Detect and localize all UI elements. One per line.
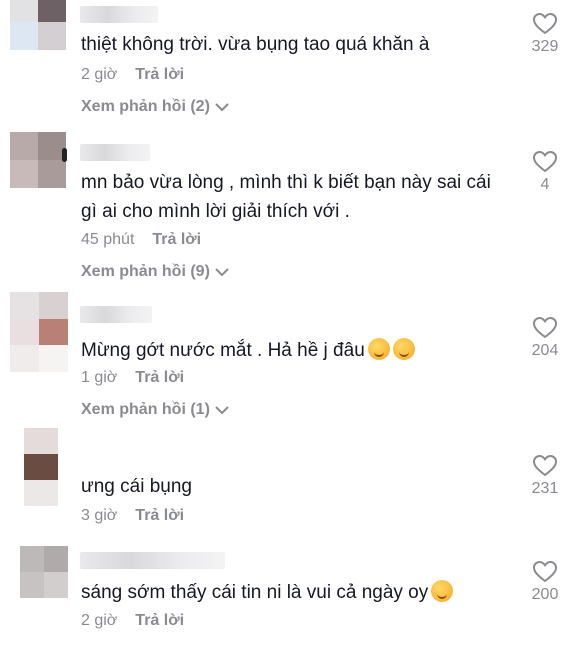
comment-time: 2 giờ	[81, 612, 118, 629]
comment-text-body: sáng sớm thấy cái tin ni là vui cả ngày …	[81, 582, 429, 603]
heart-outline-icon	[532, 316, 558, 339]
view-replies-button[interactable]: Xem phản hồi (1)	[81, 401, 230, 419]
comment-meta: 2 giờ Trả lời	[81, 66, 184, 84]
view-replies-label: Xem phản hồi (9)	[81, 263, 210, 280]
chevron-down-icon	[215, 268, 229, 277]
like-button[interactable]: 200	[522, 560, 568, 604]
chevron-down-icon	[215, 406, 229, 415]
username-blurred[interactable]	[80, 144, 150, 161]
view-replies-button[interactable]: Xem phản hồi (2)	[81, 98, 230, 116]
like-button[interactable]: 204	[522, 316, 568, 360]
like-count: 204	[531, 342, 559, 359]
comment-time: 2 giờ	[81, 66, 118, 83]
like-button[interactable]: 4	[522, 150, 568, 194]
heart-outline-icon	[532, 560, 558, 583]
comment-meta: 1 giờ Trả lời	[81, 369, 184, 387]
like-count: 4	[540, 176, 550, 193]
comment-text: mn bảo vừa lòng , mình thì k biết bạn nà…	[81, 172, 491, 222]
comment-meta: 2 giờ Trả lời	[81, 612, 184, 630]
reply-button[interactable]: Trả lời	[135, 612, 184, 630]
like-count: 231	[531, 480, 559, 497]
chevron-down-icon	[215, 103, 229, 112]
heart-outline-icon	[532, 150, 558, 173]
view-replies-button[interactable]: Xem phản hồi (9)	[81, 263, 230, 281]
tears-of-joy-emoji	[431, 580, 454, 602]
comment-meta: 45 phút Trả lời	[81, 231, 201, 249]
like-count: 329	[531, 38, 559, 55]
comment-time: 1 giờ	[81, 369, 118, 386]
like-count: 200	[531, 586, 559, 603]
partying-face-emoji	[392, 338, 415, 360]
avatar[interactable]	[20, 546, 68, 598]
partying-face-emoji	[367, 338, 390, 360]
comment-text: thiệt không trời. vừa bụng tao quá khăn …	[81, 34, 430, 55]
like-button[interactable]: 329	[522, 12, 568, 56]
username-blurred[interactable]	[80, 306, 152, 323]
comment-text: sáng sớm thấy cái tin ni là vui cả ngày …	[81, 578, 500, 607]
comment-time: 3 giờ	[81, 507, 118, 524]
view-replies-label: Xem phản hồi (1)	[81, 401, 210, 418]
avatar[interactable]	[10, 0, 66, 50]
avatar[interactable]	[10, 132, 66, 188]
comment-meta: 3 giờ Trả lời	[81, 507, 184, 525]
username-blurred[interactable]	[80, 552, 225, 569]
view-replies-label: Xem phản hồi (2)	[81, 98, 210, 115]
reply-button[interactable]: Trả lời	[135, 507, 184, 525]
comment-text: Mừng gớt nước mắt . Hả hề j đâu	[81, 336, 500, 365]
heart-outline-icon	[532, 454, 558, 477]
avatar[interactable]	[24, 428, 58, 506]
like-button[interactable]: 231	[522, 454, 568, 498]
heart-outline-icon	[532, 12, 558, 35]
reply-button[interactable]: Trả lời	[135, 66, 184, 84]
comment-text: ưng cái bụng	[81, 476, 192, 497]
comment-time: 45 phút	[81, 231, 135, 248]
avatar[interactable]	[10, 292, 68, 372]
reply-button[interactable]: Trả lời	[135, 369, 184, 387]
username-blurred[interactable]	[80, 6, 158, 23]
comment-text-body: Mừng gớt nước mắt . Hả hề j đâu	[81, 340, 365, 361]
reply-button[interactable]: Trả lời	[152, 231, 201, 249]
